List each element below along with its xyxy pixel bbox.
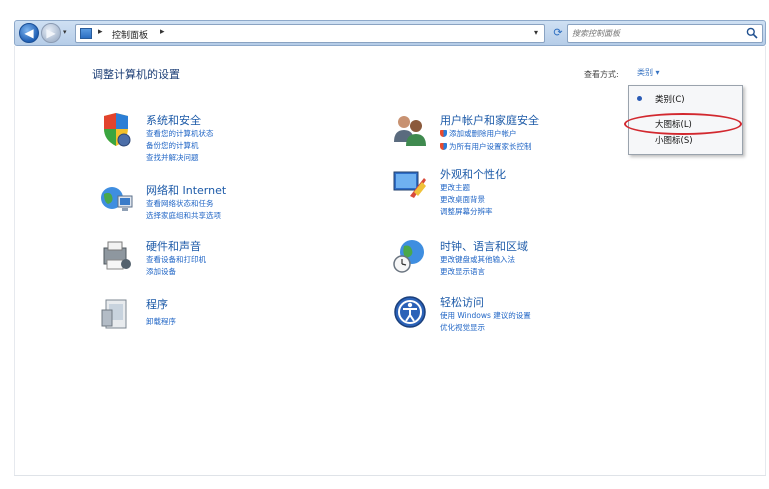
search-box[interactable] <box>567 24 763 43</box>
category-link[interactable]: 选择家庭组和共享选项 <box>146 210 221 221</box>
category-link[interactable]: 添加或删除用户帐户 <box>440 128 517 139</box>
category-link[interactable]: 为所有用户设置家长控制 <box>440 141 532 152</box>
category-link[interactable]: 查看设备和打印机 <box>146 254 206 265</box>
users-icon[interactable] <box>392 112 428 148</box>
category-link[interactable]: 查看网络状态和任务 <box>146 198 214 209</box>
address-dropdown-icon[interactable]: ▾ <box>534 28 538 37</box>
printer-icon[interactable] <box>98 238 134 274</box>
category-link[interactable]: 查看您的计算机状态 <box>146 128 214 139</box>
menu-item-category[interactable]: 类别(C) <box>655 93 685 105</box>
category-link-text[interactable]: 添加或删除用户帐户 <box>449 129 517 138</box>
ease-of-access-icon[interactable] <box>392 294 428 330</box>
appearance-icon[interactable] <box>392 166 428 202</box>
navigation-bar: ◀ ▶ ▾ ▸ 控制面板 ▸ ▾ ⟳ <box>14 20 766 46</box>
address-bar[interactable]: ▸ 控制面板 ▸ ▾ <box>75 24 545 43</box>
recent-pages-dropdown-icon[interactable]: ▾ <box>63 28 71 38</box>
selected-radio-icon <box>637 96 642 101</box>
category-title[interactable]: 程序 <box>146 296 168 312</box>
category-link[interactable]: 更改桌面背景 <box>440 194 485 205</box>
category-link[interactable]: 使用 Windows 建议的设置 <box>440 310 531 321</box>
control-panel-window: ◀ ▶ ▾ ▸ 控制面板 ▸ ▾ ⟳ 调整计算机的设置 查看方式: 类别 ▾ 类… <box>0 0 769 489</box>
search-icon[interactable] <box>746 27 758 39</box>
category-link[interactable]: 更改键盘或其他输入法 <box>440 254 515 265</box>
red-highlight-annotation <box>624 113 742 135</box>
category-link[interactable]: 卸载程序 <box>146 316 176 327</box>
window-border <box>765 46 766 475</box>
category-title[interactable]: 轻松访问 <box>440 294 484 310</box>
category-link[interactable]: 更改显示语言 <box>440 266 485 277</box>
back-button[interactable]: ◀ <box>19 23 39 43</box>
category-link[interactable]: 优化视觉显示 <box>440 322 485 333</box>
globe-network-icon[interactable] <box>98 182 134 218</box>
breadcrumb-control-panel[interactable]: 控制面板 <box>112 28 148 41</box>
category-title[interactable]: 网络和 Internet <box>146 182 226 198</box>
category-title[interactable]: 硬件和声音 <box>146 238 201 254</box>
category-link[interactable]: 添加设备 <box>146 266 176 277</box>
uac-shield-icon <box>440 130 447 137</box>
page-title: 调整计算机的设置 <box>92 68 180 81</box>
shield-icon[interactable] <box>98 112 134 148</box>
view-by-select[interactable]: 类别 ▾ <box>634 67 663 81</box>
category-title[interactable]: 时钟、语言和区域 <box>440 238 528 254</box>
chevron-right-icon[interactable]: ▸ <box>160 27 165 37</box>
category-title[interactable]: 系统和安全 <box>146 112 201 128</box>
chevron-right-icon[interactable]: ▸ <box>98 27 103 37</box>
refresh-button[interactable]: ⟳ <box>549 24 567 43</box>
programs-icon[interactable] <box>98 296 134 332</box>
category-link[interactable]: 调整屏幕分辨率 <box>440 206 493 217</box>
category-title[interactable]: 外观和个性化 <box>440 166 506 182</box>
control-panel-icon <box>80 28 92 39</box>
view-by-label: 查看方式: <box>584 70 619 79</box>
category-link[interactable]: 更改主题 <box>440 182 470 193</box>
category-title[interactable]: 用户帐户和家庭安全 <box>440 112 539 128</box>
window-border <box>14 46 15 475</box>
category-link-text[interactable]: 为所有用户设置家长控制 <box>449 142 532 151</box>
uac-shield-icon <box>440 143 447 150</box>
category-link[interactable]: 查找并解决问题 <box>146 152 199 163</box>
bottom-border <box>14 475 766 476</box>
clock-globe-icon[interactable] <box>392 238 428 274</box>
forward-button[interactable]: ▶ <box>41 23 61 43</box>
category-link[interactable]: 备份您的计算机 <box>146 140 199 151</box>
menu-item-small-icons[interactable]: 小图标(S) <box>655 134 693 146</box>
search-input[interactable] <box>572 26 742 41</box>
